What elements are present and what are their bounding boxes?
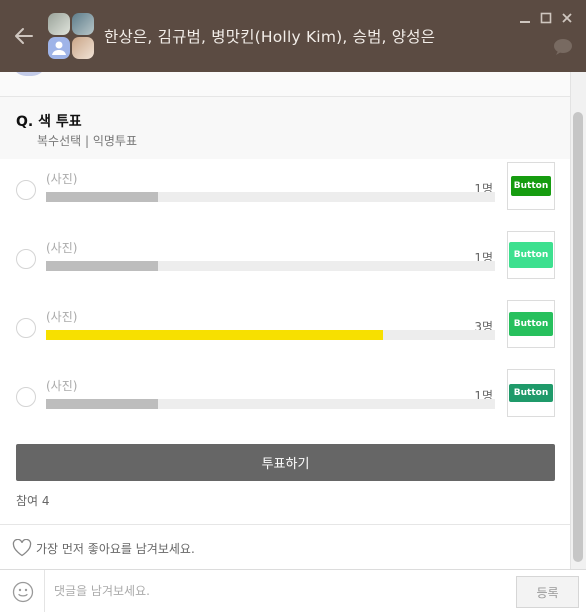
avatar	[48, 13, 70, 35]
divider	[44, 570, 45, 612]
button-image: Button	[509, 312, 553, 336]
chat-bubble-icon[interactable]	[552, 38, 574, 56]
post-header-strip	[0, 72, 570, 97]
option-image[interactable]: Button	[507, 369, 555, 417]
option-result-fill	[46, 192, 158, 202]
title-bar: 한상은, 김규범, 병맛킨(Holly Kim), 승범, 양성은	[0, 0, 586, 72]
divider	[0, 524, 570, 525]
option-radio[interactable]	[16, 180, 36, 200]
chat-title: 한상은, 김규범, 병맛킨(Holly Kim), 승범, 양성은	[104, 28, 436, 46]
option-radio[interactable]	[16, 318, 36, 338]
poll-option[interactable]: (사진) 3명 Button	[0, 300, 570, 368]
poll-option[interactable]: (사진) 1명 Button	[0, 162, 570, 230]
option-image[interactable]: Button	[507, 231, 555, 279]
avatar	[72, 13, 94, 35]
close-icon[interactable]	[559, 10, 575, 26]
emoticon-icon[interactable]	[12, 581, 34, 603]
button-image: Button	[509, 384, 553, 402]
poll-header: Q. 색 투표 복수선택 | 익명투표	[0, 97, 570, 159]
option-result-fill	[46, 330, 383, 340]
like-prompt: 가장 먼저 좋아요를 남겨보세요.	[36, 541, 195, 556]
option-result-bar	[46, 330, 495, 340]
heart-icon[interactable]	[12, 539, 32, 557]
back-arrow-icon[interactable]	[12, 24, 36, 48]
option-image[interactable]: Button	[507, 300, 555, 348]
poll-option[interactable]: (사진) 1명 Button	[0, 231, 570, 299]
participant-count: 참여 4	[16, 494, 50, 508]
minimize-icon[interactable]	[517, 10, 533, 26]
poll-question: Q. 색 투표	[16, 114, 82, 130]
avatar-default-icon	[48, 37, 70, 59]
avatar	[72, 37, 94, 59]
button-image: Button	[509, 242, 553, 268]
option-label: (사진)	[46, 379, 78, 393]
author-avatar	[12, 72, 46, 76]
option-image[interactable]: Button	[507, 162, 555, 210]
submit-comment-button[interactable]: 등록	[516, 576, 579, 608]
option-label: (사진)	[46, 241, 78, 255]
button-image: Button	[511, 176, 551, 196]
option-result-bar	[46, 399, 495, 409]
maximize-icon[interactable]	[538, 10, 554, 26]
post-content[interactable]: Q. 색 투표 복수선택 | 익명투표 (사진) 1명 Button (사진) 1명 Bu…	[0, 72, 571, 569]
group-avatar	[48, 13, 96, 59]
scrollbar[interactable]	[571, 72, 586, 569]
option-result-bar	[46, 192, 495, 202]
comment-input[interactable]	[46, 574, 506, 608]
comment-bar: 등록	[0, 569, 586, 612]
option-result-fill	[46, 399, 158, 409]
option-label: (사진)	[46, 172, 78, 186]
scrollbar-thumb[interactable]	[573, 112, 583, 562]
option-result-fill	[46, 261, 158, 271]
vote-button[interactable]: 투표하기	[16, 444, 555, 481]
poll-meta: 복수선택 | 익명투표	[37, 134, 137, 148]
option-result-bar	[46, 261, 495, 271]
poll-option[interactable]: (사진) 1명 Button	[0, 369, 570, 437]
like-row[interactable]: 가장 먼저 좋아요를 남겨보세요.	[12, 538, 195, 558]
option-radio[interactable]	[16, 387, 36, 407]
option-radio[interactable]	[16, 249, 36, 269]
option-label: (사진)	[46, 310, 78, 324]
